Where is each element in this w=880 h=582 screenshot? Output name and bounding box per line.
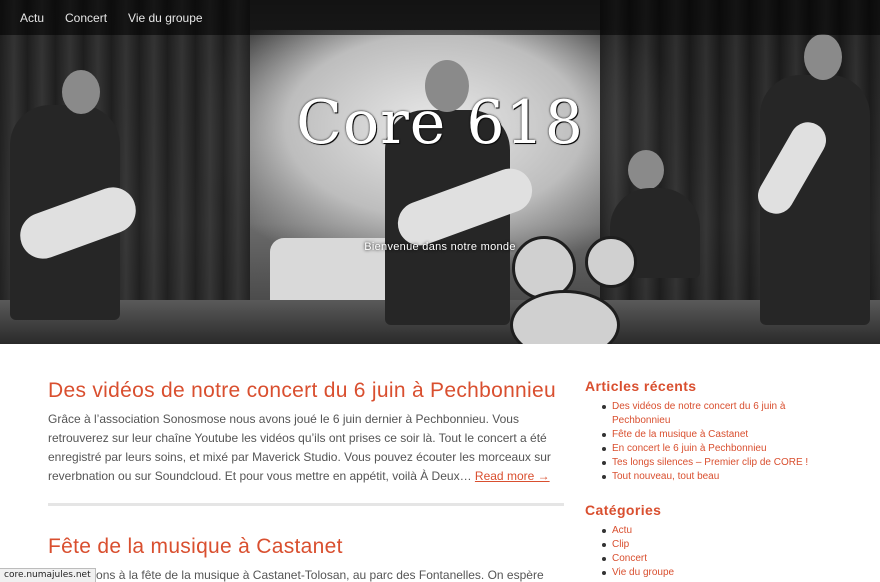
recent-post-link[interactable]: Fête de la musique à Castanet <box>602 428 822 442</box>
main-content: Des vidéos de notre concert du 6 juin à … <box>48 378 564 582</box>
post-divider <box>48 503 564 506</box>
nav-item-actu[interactable]: Actu <box>20 11 44 25</box>
recent-post-link[interactable]: En concert le 6 juin à Pechbonnieu <box>602 442 822 456</box>
widget-title-recent: Articles récents <box>585 378 697 394</box>
categories-list: Actu Clip Concert Vie du groupe <box>585 524 855 580</box>
category-link-clip[interactable]: Clip <box>602 538 822 552</box>
top-navigation: Actu Concert Vie du groupe <box>0 0 880 35</box>
categories-widget: Catégories Actu Clip Concert Vie du grou… <box>585 502 855 580</box>
post-excerpt: Grâce à l’association Sonosmose nous avo… <box>48 410 564 486</box>
sidebar: Articles récents Des vidéos de notre con… <box>585 378 855 580</box>
post-item: Fête de la musique à Castanet Nous seron… <box>48 534 564 582</box>
site-title[interactable]: Core 618 <box>0 88 880 158</box>
read-more-link[interactable]: Read more → <box>475 469 550 483</box>
recent-posts-list: Des vidéos de notre concert du 6 juin à … <box>585 400 855 484</box>
post-title-link[interactable]: Fête de la musique à Castanet <box>48 534 564 560</box>
nav-item-vie-du-groupe[interactable]: Vie du groupe <box>128 11 203 25</box>
widget-title-categories: Catégories <box>585 502 662 518</box>
recent-post-link[interactable]: Des vidéos de notre concert du 6 juin à … <box>602 400 822 428</box>
post-item: Des vidéos de notre concert du 6 juin à … <box>48 378 564 506</box>
post-excerpt: Nous serons à la fête de la musique à Ca… <box>48 568 544 582</box>
recent-post-link[interactable]: Tes longs silences – Premier clip de COR… <box>602 456 822 470</box>
status-bar-url: core.numajules.net <box>0 568 96 582</box>
category-link-concert[interactable]: Concert <box>602 552 822 566</box>
category-link-vie-du-groupe[interactable]: Vie du groupe <box>602 566 822 580</box>
nav-item-concert[interactable]: Concert <box>65 11 107 25</box>
category-link-actu[interactable]: Actu <box>602 524 822 538</box>
recent-posts-widget: Articles récents Des vidéos de notre con… <box>585 378 855 484</box>
bassist-head <box>804 34 842 80</box>
hero-banner <box>0 0 880 344</box>
post-title-link[interactable]: Des vidéos de notre concert du 6 juin à … <box>48 378 564 404</box>
recent-post-link[interactable]: Tout nouveau, tout beau <box>602 470 822 484</box>
site-tagline: Bienvenue dans notre monde <box>364 241 516 253</box>
